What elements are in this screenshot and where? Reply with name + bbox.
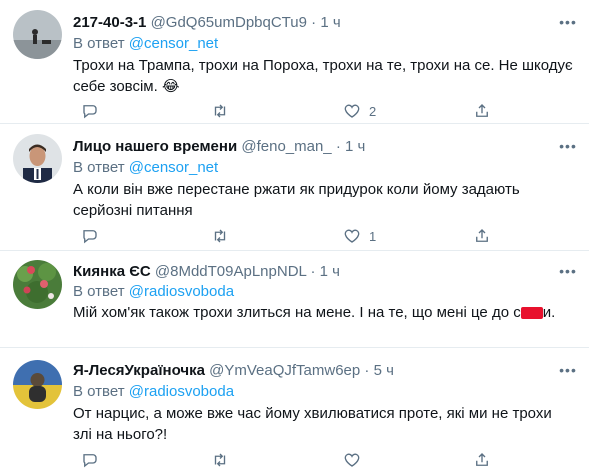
like-button[interactable]: 2 bbox=[343, 101, 376, 121]
user-handle[interactable]: @feno_man_ bbox=[241, 138, 331, 155]
tweet-4[interactable]: Я-ЛесяУкраїночка @YmVeaQJfTamw6ep · 5 ч … bbox=[0, 348, 589, 468]
share-button[interactable] bbox=[473, 226, 491, 246]
reply-mention-link[interactable]: @radiosvoboda bbox=[129, 383, 234, 400]
avatar[interactable] bbox=[13, 260, 62, 309]
retweet-button[interactable] bbox=[211, 450, 229, 470]
tweet-2[interactable]: Лицо нашего времени @feno_man_ · 1 ч •••… bbox=[0, 124, 589, 246]
tweet-time[interactable]: 1 ч bbox=[320, 14, 340, 31]
reply-mention-link[interactable]: @censor_net bbox=[129, 35, 218, 52]
avatar[interactable] bbox=[13, 134, 62, 183]
reply-prefix: В ответ bbox=[73, 159, 125, 176]
separator-dot: · bbox=[364, 362, 370, 379]
tweet-actions: 1 bbox=[73, 226, 543, 246]
tweet-time[interactable]: 1 ч bbox=[345, 138, 365, 155]
reply-mention-link[interactable]: @radiosvoboda bbox=[129, 283, 234, 300]
tweet-1[interactable]: 217-40-3-1 @GdQ65umDpbqCTu9 · 1 ч ••• В … bbox=[0, 0, 589, 119]
tweet-3[interactable]: Киянка ЄС @8MddT09ApLnpNDL · 1 ч ••• В о… bbox=[0, 251, 589, 347]
reply-context: В ответ @radiosvoboda bbox=[73, 283, 234, 301]
more-icon[interactable]: ••• bbox=[557, 263, 579, 281]
more-icon[interactable]: ••• bbox=[557, 14, 579, 32]
retweet-icon bbox=[214, 453, 226, 467]
redaction-mark bbox=[520, 307, 543, 320]
avatar[interactable] bbox=[13, 10, 62, 59]
reply-icon bbox=[83, 454, 97, 468]
tweet-header: Лицо нашего времени @feno_man_ · 1 ч bbox=[73, 138, 365, 156]
user-handle[interactable]: @8MddT09ApLnpNDL bbox=[155, 263, 306, 280]
tweet-time[interactable]: 5 ч bbox=[374, 362, 394, 379]
share-icon bbox=[476, 104, 488, 117]
reply-icon bbox=[83, 105, 97, 119]
reply-icon bbox=[83, 230, 97, 244]
separator-dot: · bbox=[310, 263, 316, 280]
user-name[interactable]: 217-40-3-1 bbox=[73, 14, 146, 31]
tweet-actions: 2 bbox=[73, 101, 543, 121]
reply-button[interactable] bbox=[81, 226, 99, 246]
reply-context: В ответ @censor_net bbox=[73, 159, 218, 177]
user-name[interactable]: Киянка ЄС bbox=[73, 263, 151, 280]
tweet-actions bbox=[73, 450, 543, 470]
tweet-text: От нарцис, а може вже час йому хвилювати… bbox=[73, 405, 552, 443]
reply-prefix: В ответ bbox=[73, 383, 125, 400]
like-count: 1 bbox=[369, 228, 377, 244]
retweet-icon bbox=[214, 229, 226, 243]
retweet-button[interactable] bbox=[211, 101, 229, 121]
tweet-time[interactable]: 1 ч bbox=[320, 263, 340, 280]
avatar[interactable] bbox=[13, 360, 62, 409]
like-button[interactable]: 1 bbox=[343, 226, 376, 246]
more-icon[interactable]: ••• bbox=[557, 362, 579, 380]
user-name[interactable]: Лицо нашего времени bbox=[73, 138, 237, 155]
heart-icon bbox=[344, 104, 360, 118]
tweet-text-part: Мій хом'як також трохи злиться на мене. … bbox=[73, 304, 521, 321]
tweet-text-part: и. bbox=[542, 304, 556, 321]
user-handle[interactable]: @YmVeaQJfTamw6ep bbox=[209, 362, 360, 379]
tweet-text: А коли він вже перестане ржати як придур… bbox=[73, 181, 520, 219]
tweet-text: Мій хом'як також трохи злиться на мене. … bbox=[73, 302, 583, 323]
like-button[interactable] bbox=[343, 450, 361, 470]
share-icon bbox=[476, 229, 488, 242]
share-icon bbox=[476, 453, 488, 466]
user-handle[interactable]: @GdQ65umDpbqCTu9 bbox=[151, 14, 307, 31]
separator-dot: · bbox=[311, 14, 317, 31]
heart-icon bbox=[344, 453, 360, 467]
share-button[interactable] bbox=[473, 101, 491, 121]
tweet-header: 217-40-3-1 @GdQ65umDpbqCTu9 · 1 ч bbox=[73, 14, 341, 32]
like-count: 2 bbox=[369, 103, 377, 119]
tweet-text: Трохи на Трампа, трохи на Пороха, трохи … bbox=[73, 57, 573, 95]
share-button[interactable] bbox=[473, 450, 491, 470]
tweet-header: Я-ЛесяУкраїночка @YmVeaQJfTamw6ep · 5 ч bbox=[73, 362, 394, 380]
reply-button[interactable] bbox=[81, 450, 99, 470]
retweet-icon bbox=[214, 104, 226, 118]
retweet-button[interactable] bbox=[211, 226, 229, 246]
more-icon[interactable]: ••• bbox=[557, 138, 579, 156]
user-name[interactable]: Я-ЛесяУкраїночка bbox=[73, 362, 205, 379]
reply-mention-link[interactable]: @censor_net bbox=[129, 159, 218, 176]
separator-dot: · bbox=[335, 138, 341, 155]
reply-prefix: В ответ bbox=[73, 35, 125, 52]
reply-prefix: В ответ bbox=[73, 283, 125, 300]
reply-context: В ответ @radiosvoboda bbox=[73, 383, 234, 401]
reply-context: В ответ @censor_net bbox=[73, 35, 218, 53]
reply-button[interactable] bbox=[81, 101, 99, 121]
heart-icon bbox=[344, 229, 360, 243]
tweet-header: Киянка ЄС @8MddT09ApLnpNDL · 1 ч bbox=[73, 263, 340, 281]
